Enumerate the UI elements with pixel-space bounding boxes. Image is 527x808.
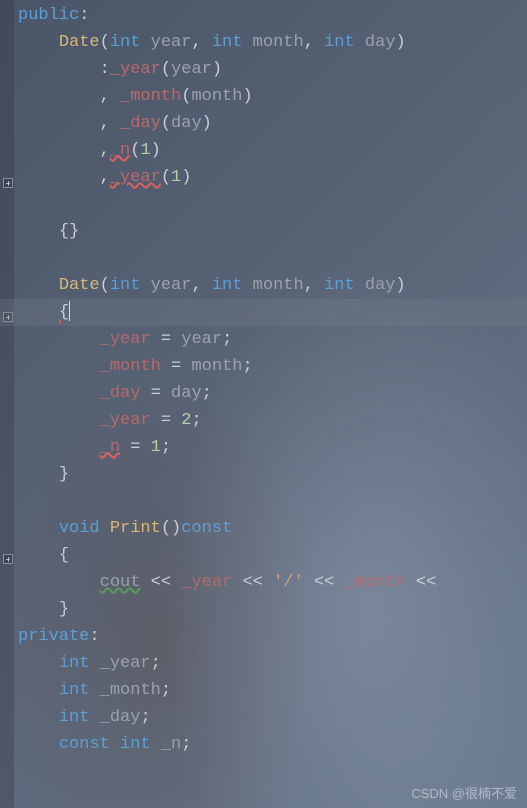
func-print: Print [110,519,161,538]
code-line[interactable]: _year = year; [0,326,527,353]
code-line[interactable]: } [0,596,527,623]
code-line-current[interactable]: { [0,299,527,326]
code-line[interactable]: } [0,461,527,488]
code-line[interactable]: ,_n(1) [0,137,527,164]
code-line[interactable] [0,191,527,218]
code-line[interactable]: _n = 1; [0,434,527,461]
code-line[interactable]: _year = 2; [0,407,527,434]
code-line[interactable]: { [0,542,527,569]
keyword-public: public [18,6,79,25]
member-year: _year [110,60,161,79]
member-month: _month [120,87,181,106]
code-line[interactable]: {} [0,218,527,245]
member-n: _n [110,141,130,160]
code-line[interactable]: ,_year(1) [0,164,527,191]
code-line[interactable]: int _day; [0,704,527,731]
code-line[interactable]: private: [0,623,527,650]
code-line[interactable]: :_year(year) [0,56,527,83]
code-line[interactable]: , _day(day) [0,110,527,137]
watermark: CSDN @很楠不爱 [411,783,517,802]
code-line[interactable]: Date(int year, int month, int day) [0,272,527,299]
code-line[interactable]: public: [0,2,527,29]
keyword-private: private [18,627,89,646]
code-line[interactable]: void Print()const [0,515,527,542]
code-line[interactable]: cout << _year << '/' << _month << [0,569,527,596]
ctor-name: Date [59,33,100,52]
code-editor[interactable]: public: Date(int year, int month, int da… [0,0,527,758]
code-line[interactable]: Date(int year, int month, int day) [0,29,527,56]
code-line[interactable]: int _year; [0,650,527,677]
ctor-name: Date [59,276,100,295]
code-line[interactable]: _day = day; [0,380,527,407]
code-line[interactable] [0,488,527,515]
code-line[interactable]: int _month; [0,677,527,704]
code-line[interactable]: _month = month; [0,353,527,380]
member-year: _year [110,168,161,187]
code-line[interactable]: , _month(month) [0,83,527,110]
code-line[interactable] [0,245,527,272]
member-day: _day [120,114,161,133]
code-line[interactable]: const int _n; [0,731,527,758]
text-cursor [69,301,70,321]
